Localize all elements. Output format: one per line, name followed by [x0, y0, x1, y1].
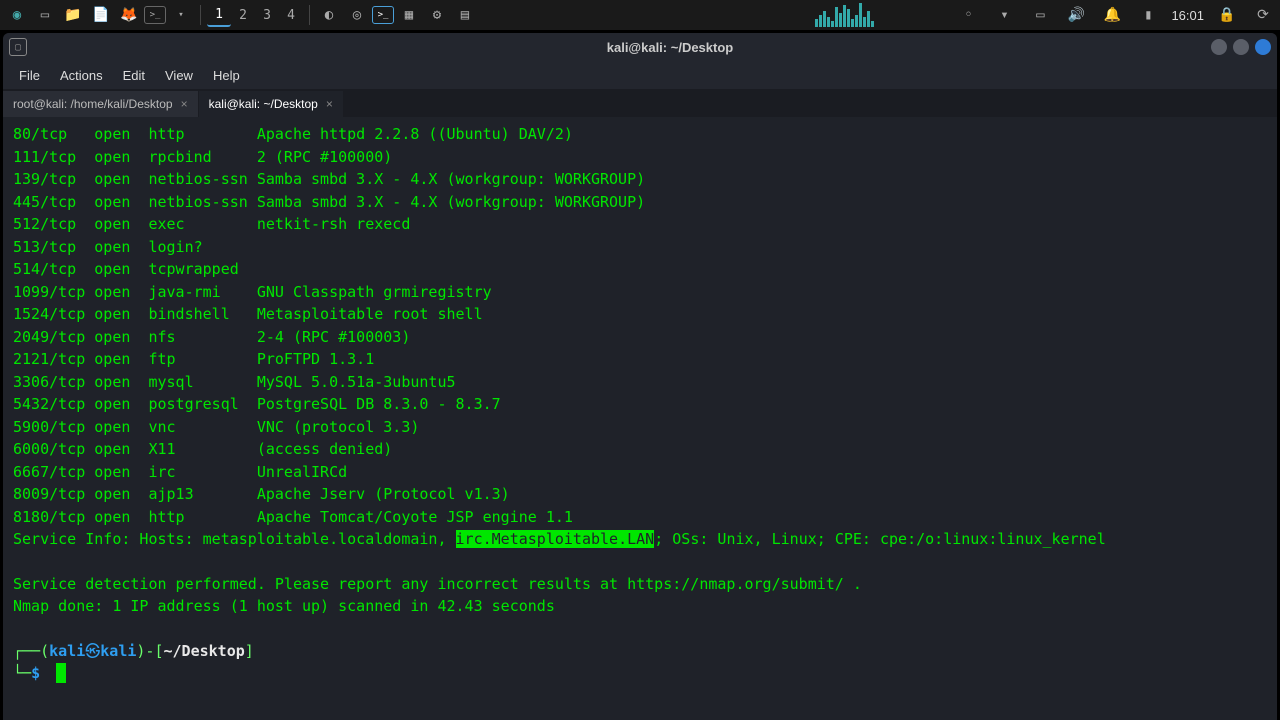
workspace-3[interactable]: 3: [255, 3, 279, 27]
battery-icon[interactable]: ▮: [1135, 2, 1161, 28]
tray-icon-2[interactable]: ▭: [1027, 2, 1053, 28]
port-line: 139/tcp open netbios-ssn Samba smbd 3.X …: [13, 168, 1267, 191]
selected-text: irc.Metasploitable.LAN: [456, 530, 655, 548]
editor-icon[interactable]: 📄: [88, 2, 114, 28]
app-icon-4[interactable]: ⚙: [424, 2, 450, 28]
workspace-1[interactable]: 1: [207, 3, 231, 27]
nmap-footer-2: Nmap done: 1 IP address (1 host up) scan…: [13, 595, 1267, 618]
terminal-window: ▢ kali@kali: ~/Desktop File Actions Edit…: [3, 33, 1277, 720]
terminal-tab-1[interactable]: kali@kali: ~/Desktop ×: [199, 91, 344, 117]
maximize-button[interactable]: [1233, 39, 1249, 55]
menu-file[interactable]: File: [11, 64, 48, 87]
port-line: 513/tcp open login?: [13, 236, 1267, 259]
tab-label: root@kali: /home/kali/Desktop: [13, 97, 173, 111]
workspace-2[interactable]: 2: [231, 3, 255, 27]
tab-close-icon[interactable]: ×: [326, 97, 333, 111]
shell-prompt: ┌──(kali㉿kali)-[~/Desktop]└─$: [13, 640, 1267, 685]
notification-icon[interactable]: 🔔: [1099, 2, 1125, 28]
app-icon-5[interactable]: ▤: [452, 2, 478, 28]
volume-icon[interactable]: 🔊: [1063, 2, 1089, 28]
port-line: 6000/tcp open X11 (access denied): [13, 438, 1267, 461]
dropdown-icon[interactable]: ▾: [168, 2, 194, 28]
network-graph[interactable]: [815, 3, 945, 27]
tray-icon-1[interactable]: ◦: [955, 2, 981, 28]
port-line: 3306/tcp open mysql MySQL 5.0.51a-3ubunt…: [13, 371, 1267, 394]
tab-close-icon[interactable]: ×: [181, 97, 188, 111]
window-title: kali@kali: ~/Desktop: [129, 40, 1211, 55]
terminal-tab-0[interactable]: root@kali: /home/kali/Desktop ×: [3, 91, 199, 117]
minimize-button[interactable]: [1211, 39, 1227, 55]
nmap-footer-1: Service detection performed. Please repo…: [13, 573, 1267, 596]
port-line: 5432/tcp open postgresql PostgreSQL DB 8…: [13, 393, 1267, 416]
menu-help[interactable]: Help: [205, 64, 248, 87]
port-line: 2121/tcp open ftp ProFTPD 1.3.1: [13, 348, 1267, 371]
terminal-icon[interactable]: >_: [144, 6, 166, 24]
port-line: 512/tcp open exec netkit-rsh rexecd: [13, 213, 1267, 236]
service-info-line: Service Info: Hosts: metasploitable.loca…: [13, 528, 1267, 551]
menu-actions[interactable]: Actions: [52, 64, 111, 87]
file-manager-icon[interactable]: ▭: [32, 2, 58, 28]
app-menu-icon[interactable]: ◉: [4, 2, 30, 28]
power-icon[interactable]: ⟳: [1250, 2, 1276, 28]
port-line: 445/tcp open netbios-ssn Samba smbd 3.X …: [13, 191, 1267, 214]
top-panel: ◉ ▭ 📁 📄 🦊 >_ ▾ 1234 ◐ ◎ >_ ▦ ⚙ ▤ ◦ ▾ ▭ 🔊…: [0, 0, 1280, 30]
port-line: 1099/tcp open java-rmi GNU Classpath grm…: [13, 281, 1267, 304]
port-line: 8009/tcp open ajp13 Apache Jserv (Protoc…: [13, 483, 1267, 506]
lock-icon[interactable]: 🔒: [1214, 2, 1240, 28]
terminal-task-icon[interactable]: >_: [372, 6, 394, 24]
port-line: 1524/tcp open bindshell Metasploitable r…: [13, 303, 1267, 326]
close-button[interactable]: [1255, 39, 1271, 55]
terminal-content[interactable]: 80/tcp open http Apache httpd 2.2.8 ((Ub…: [3, 117, 1277, 720]
app-icon-2[interactable]: ◎: [344, 2, 370, 28]
tab-label: kali@kali: ~/Desktop: [209, 97, 318, 111]
menu-edit[interactable]: Edit: [115, 64, 153, 87]
titlebar[interactable]: ▢ kali@kali: ~/Desktop: [3, 33, 1277, 61]
port-line: 514/tcp open tcpwrapped: [13, 258, 1267, 281]
workspace-4[interactable]: 4: [279, 3, 303, 27]
port-line: 2049/tcp open nfs 2-4 (RPC #100003): [13, 326, 1267, 349]
cursor: [56, 663, 66, 683]
app-icon-3[interactable]: ▦: [396, 2, 422, 28]
app-icon-1[interactable]: ◐: [316, 2, 342, 28]
port-line: 111/tcp open rpcbind 2 (RPC #100000): [13, 146, 1267, 169]
clock[interactable]: 16:01: [1171, 8, 1204, 23]
port-line: 8180/tcp open http Apache Tomcat/Coyote …: [13, 506, 1267, 529]
files-icon[interactable]: 📁: [60, 2, 86, 28]
menu-view[interactable]: View: [157, 64, 201, 87]
port-line: 6667/tcp open irc UnrealIRCd: [13, 461, 1267, 484]
port-line: 5900/tcp open vnc VNC (protocol 3.3): [13, 416, 1267, 439]
new-tab-icon[interactable]: ▢: [9, 38, 27, 56]
tabbar: root@kali: /home/kali/Desktop×kali@kali:…: [3, 89, 1277, 117]
wifi-icon[interactable]: ▾: [991, 2, 1017, 28]
menubar: File Actions Edit View Help: [3, 61, 1277, 89]
port-line: 80/tcp open http Apache httpd 2.2.8 ((Ub…: [13, 123, 1267, 146]
firefox-icon[interactable]: 🦊: [116, 2, 142, 28]
